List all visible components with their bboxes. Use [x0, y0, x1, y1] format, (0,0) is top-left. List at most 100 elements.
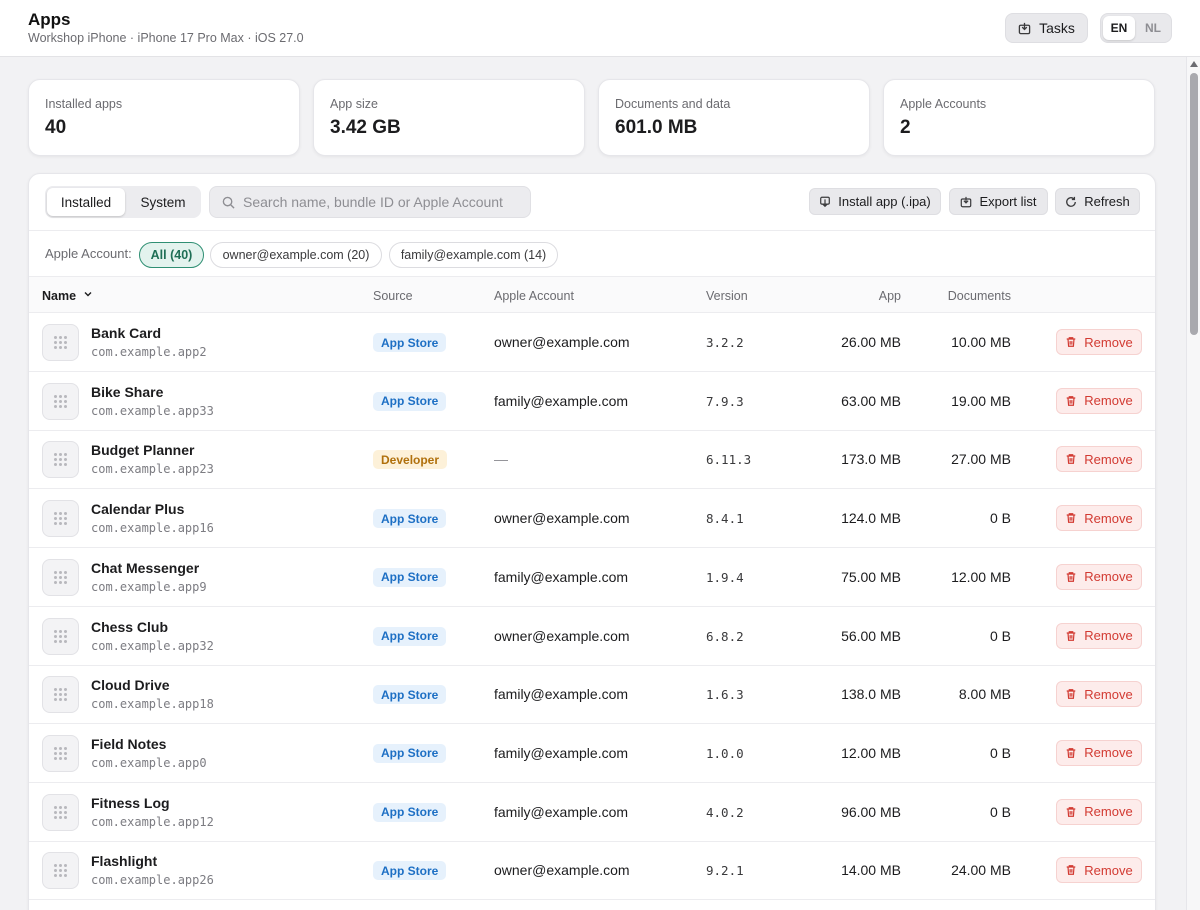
apple-account: family@example.com: [494, 744, 629, 761]
device-subtitle: Workshop iPhone · iPhone 17 Pro Max · iO…: [28, 31, 304, 45]
grid-dots-icon: [54, 805, 67, 819]
documents-size: 0 B: [989, 627, 1011, 644]
app-version: 6.11.3: [706, 452, 752, 468]
export-list-button[interactable]: Export list: [949, 188, 1048, 215]
documents-size: 0 B: [989, 510, 1011, 527]
app-placeholder-icon: [42, 500, 79, 538]
remove-button[interactable]: Remove: [1056, 622, 1142, 649]
column-version-header[interactable]: Version: [706, 289, 748, 303]
filter-chip-owner[interactable]: owner@example.com (20): [210, 242, 382, 268]
scrollbar[interactable]: [1186, 57, 1200, 910]
search-box[interactable]: [209, 186, 531, 218]
app-placeholder-icon: [42, 793, 79, 831]
apple-account: family@example.com: [494, 568, 629, 585]
remove-button[interactable]: Remove: [1056, 739, 1142, 766]
grid-dots-icon: [54, 512, 67, 526]
app-name: Chess Club: [91, 618, 169, 635]
table-row: Chat Messenger com.example.app9 App Stor…: [29, 548, 1155, 607]
remove-label: Remove: [1084, 804, 1133, 820]
app-name: Chat Messenger: [91, 559, 200, 576]
refresh-label: Refresh: [1084, 194, 1130, 209]
app-placeholder-icon: [42, 382, 79, 420]
app-size: 173.0 MB: [841, 451, 901, 468]
stat-label: Installed apps: [45, 97, 123, 111]
lang-en-option[interactable]: EN: [1103, 16, 1135, 40]
column-source-header[interactable]: Source: [373, 289, 413, 303]
filter-chip-family[interactable]: family@example.com (14): [389, 242, 558, 268]
app-size: 138.0 MB: [841, 686, 901, 703]
search-input[interactable]: [243, 194, 523, 210]
apple-account: family@example.com: [494, 803, 629, 820]
table-row: Flashlight com.example.app26 App Store o…: [29, 841, 1155, 901]
source-badge: App Store: [373, 802, 447, 822]
remove-button[interactable]: Remove: [1056, 857, 1142, 884]
source-badge: Developer: [373, 450, 448, 470]
app-name: Cloud Drive: [91, 677, 170, 694]
app-size: 124.0 MB: [841, 510, 901, 527]
remove-button[interactable]: Remove: [1056, 387, 1142, 414]
app-version: 7.9.3: [706, 393, 744, 409]
column-name-header[interactable]: Name: [42, 289, 93, 303]
scrollbar-thumb[interactable]: [1190, 73, 1198, 335]
app-name: Calendar Plus: [91, 501, 185, 518]
tab-system[interactable]: System: [127, 188, 199, 216]
column-account-header[interactable]: Apple Account: [494, 289, 574, 303]
source-badge: App Store: [373, 743, 447, 763]
bundle-id: com.example.app16: [91, 521, 214, 536]
app-size: 26.00 MB: [841, 334, 901, 350]
tab-installed[interactable]: Installed: [47, 188, 125, 216]
grid-dots-icon: [54, 688, 67, 702]
column-app-header[interactable]: App: [789, 289, 901, 303]
documents-size: 12.00 MB: [951, 568, 1011, 585]
remove-button[interactable]: Remove: [1056, 798, 1142, 825]
scroll-up-arrow-icon[interactable]: [1190, 61, 1198, 67]
table-row: Budget Planner com.example.app23 Develop…: [29, 430, 1155, 490]
refresh-button[interactable]: Refresh: [1055, 188, 1140, 215]
documents-size: 27.00 MB: [951, 451, 1011, 468]
remove-button[interactable]: Remove: [1056, 329, 1142, 355]
apple-account: family@example.com: [494, 392, 629, 409]
apple-account: owner@example.com: [494, 627, 630, 644]
documents-size: 10.00 MB: [951, 334, 1011, 350]
remove-label: Remove: [1084, 510, 1133, 526]
app-version: 4.0.2: [706, 804, 744, 820]
app-name: Budget Planner: [91, 442, 195, 459]
grid-dots-icon: [54, 453, 67, 467]
app-placeholder-icon: [42, 676, 79, 714]
documents-size: 24.00 MB: [951, 862, 1011, 879]
remove-button[interactable]: Remove: [1056, 563, 1142, 590]
bundle-id: com.example.app0: [91, 755, 207, 770]
apple-account: owner@example.com: [494, 334, 630, 350]
app-name: Fitness Log: [91, 794, 170, 811]
app-placeholder-icon: [42, 852, 79, 890]
table-row: Bike Share com.example.app33 App Store f…: [29, 372, 1155, 431]
apple-account: —: [494, 451, 508, 468]
trash-icon: [1066, 689, 1076, 700]
remove-button[interactable]: Remove: [1056, 681, 1142, 708]
remove-button[interactable]: Remove: [1056, 505, 1142, 532]
trash-icon: [1066, 337, 1076, 347]
stat-value: 40: [45, 117, 67, 138]
tasks-button[interactable]: Tasks: [1005, 13, 1088, 43]
stat-label: Apple Accounts: [900, 97, 987, 111]
filter-chip-all[interactable]: All (40): [139, 242, 204, 268]
source-badge: App Store: [373, 333, 447, 352]
remove-label: Remove: [1084, 569, 1133, 585]
app-name: Bike Share: [91, 383, 164, 400]
grid-dots-icon: [54, 629, 67, 643]
source-badge: App Store: [373, 509, 447, 529]
trash-icon: [1066, 513, 1076, 523]
column-documents-header[interactable]: Documents: [909, 289, 1011, 303]
stat-label: Documents and data: [615, 97, 731, 111]
language-switch: EN NL: [1100, 13, 1172, 43]
app-version: 1.6.3: [706, 687, 744, 703]
remove-label: Remove: [1084, 393, 1133, 409]
install-app-button[interactable]: Install app (.ipa): [809, 188, 941, 215]
remove-button[interactable]: Remove: [1056, 446, 1142, 473]
apple-account: family@example.com: [494, 686, 629, 703]
source-badge: App Store: [373, 685, 447, 705]
app-size: 63.00 MB: [841, 392, 901, 409]
lang-nl-option[interactable]: NL: [1137, 16, 1169, 40]
apple-account: owner@example.com: [494, 510, 630, 527]
stat-value: 2: [900, 117, 911, 138]
